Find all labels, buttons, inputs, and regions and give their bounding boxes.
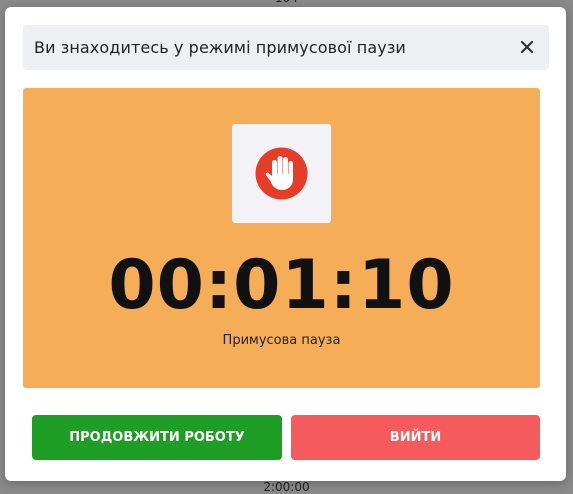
stop-tile (232, 124, 331, 223)
background-fragment-top: 104 (0, 0, 573, 5)
modal-header: Ви знаходитесь у режимі примусової паузи (23, 25, 549, 70)
forced-pause-modal: Ви знаходитесь у режимі примусової паузи… (5, 7, 566, 481)
background-fragment-bottom: 2:00:00 (263, 480, 310, 494)
pause-panel: 00:01:10 Примусова пауза (23, 88, 540, 388)
pause-status-label: Примусова пауза (222, 333, 341, 348)
close-icon[interactable] (517, 37, 537, 57)
continue-work-button[interactable]: ПРОДОВЖИТИ РОБОТУ (32, 415, 282, 460)
exit-button[interactable]: ВИЙТИ (291, 415, 540, 460)
pause-timer: 00:01:10 (108, 246, 455, 325)
stop-hand-icon (255, 147, 308, 200)
modal-title: Ви знаходитесь у режимі примусової паузи (34, 38, 406, 57)
